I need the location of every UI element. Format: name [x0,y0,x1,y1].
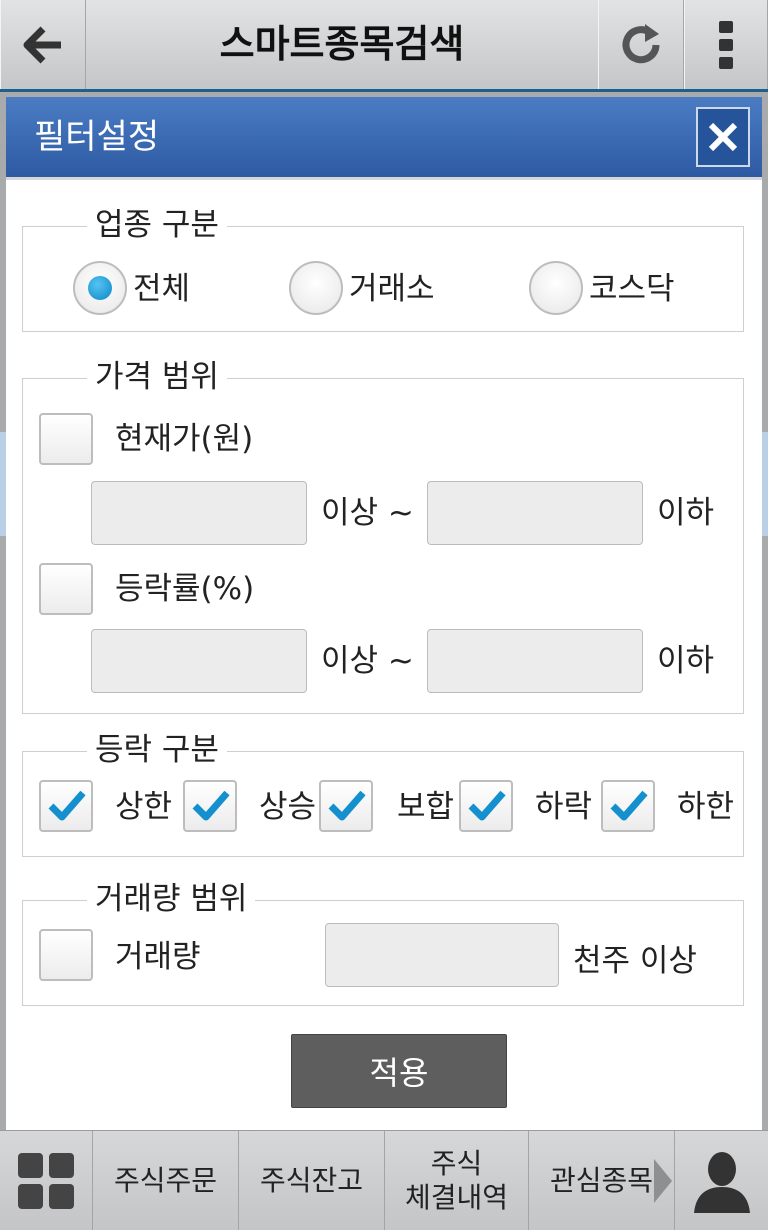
current-price-below-label: 이하 [657,495,715,531]
current-price-above-label: 이상 ~ [321,495,414,531]
dialog-header: 필터설정 [6,97,762,177]
change-type-legend: 등락 구분 [87,732,227,768]
more-menu-button[interactable] [684,0,768,89]
current-price-min-input[interactable] [91,481,307,545]
radio-all-label: 전체 [133,271,191,307]
nav-stock-balance-label: 주식잔고 [259,1164,364,1197]
price-range-group: 가격 범위 현재가(원) 이상 ~ 이하 등락률(%) 이상 ~ 이하 [22,359,744,714]
nav-stock-executions-line1: 주식 [430,1147,483,1180]
more-vertical-icon [719,20,733,69]
home-menu-button[interactable] [0,1131,92,1230]
lower-limit-checkbox[interactable] [601,780,655,832]
refresh-icon [622,23,660,63]
change-rate-label: 등락률(%) [115,571,255,607]
checkmark-icon [48,790,86,821]
fall-label: 하락 [535,789,593,825]
checkmark-icon [610,790,648,821]
rise-label: 상승 [259,789,317,825]
radio-kosdaq[interactable] [529,261,583,315]
apply-button[interactable]: 적용 [291,1034,507,1108]
nav-stock-executions[interactable]: 주식 체결내역 [384,1131,528,1230]
upper-limit-checkbox[interactable] [39,780,93,832]
nav-stock-balance[interactable]: 주식잔고 [238,1131,384,1230]
volume-checkbox[interactable] [39,929,93,981]
lower-limit-label: 하한 [677,789,735,825]
radio-exchange-label: 거래소 [349,271,435,307]
checkmark-icon [468,790,506,821]
nav-stock-order-label: 주식주문 [113,1164,218,1197]
volume-label: 거래량 [115,939,201,975]
app-bar: 스마트종목검색 [0,0,768,92]
change-rate-above-label: 이상 ~ [321,643,414,679]
radio-selected-dot [88,276,112,300]
volume-input[interactable] [325,923,559,987]
refresh-button[interactable] [598,0,684,89]
grid-icon [18,1153,74,1209]
volume-range-group: 거래량 범위 거래량 천주 이상 [22,881,744,1006]
flat-checkbox[interactable] [319,780,373,832]
user-icon [693,1152,750,1213]
price-range-legend: 가격 범위 [87,359,227,395]
radio-kosdaq-label: 코스닥 [589,271,675,307]
bottom-nav: 주식주문 주식잔고 주식 체결내역 관심종목 [0,1130,768,1230]
filter-dialog: 필터설정 업종 구분 전체 거래소 코스닥 가격 범위 현재가(원) 이상 ~ … [6,97,762,1134]
current-price-label: 현재가(원) [115,421,254,457]
rise-checkbox[interactable] [183,780,237,832]
fall-checkbox[interactable] [459,780,513,832]
current-price-max-input[interactable] [427,481,643,545]
nav-stock-executions-line2: 체결내역 [404,1181,509,1214]
upper-limit-label: 상한 [115,789,173,825]
change-rate-checkbox[interactable] [39,563,93,615]
change-rate-min-input[interactable] [91,629,307,693]
nav-stock-order[interactable]: 주식주문 [92,1131,238,1230]
arrow-left-icon [23,26,61,63]
radio-all[interactable] [73,261,127,315]
user-button[interactable] [674,1131,768,1230]
volume-unit-label: 천주 이상 [573,943,697,979]
checkmark-icon [192,790,230,821]
change-type-group: 등락 구분 상한 상승 보합 하락 하한 [22,732,744,857]
dialog-title: 필터설정 [34,117,160,157]
nav-watchlist[interactable]: 관심종목 [528,1131,674,1230]
close-button[interactable] [696,107,750,167]
sector-legend: 업종 구분 [87,207,227,243]
page-title: 스마트종목검색 [219,22,465,66]
radio-exchange[interactable] [289,261,343,315]
change-rate-max-input[interactable] [427,629,643,693]
checkmark-icon [328,790,366,821]
current-price-checkbox[interactable] [39,413,93,465]
sector-group: 업종 구분 전체 거래소 코스닥 [22,207,744,332]
back-button[interactable] [0,0,86,89]
close-icon [708,122,738,152]
change-rate-below-label: 이하 [657,643,715,679]
volume-range-legend: 거래량 범위 [87,881,256,917]
dialog-body: 업종 구분 전체 거래소 코스닥 가격 범위 현재가(원) 이상 ~ 이하 등락… [6,177,762,1134]
nav-watchlist-label: 관심종목 [549,1164,654,1197]
chevron-right-icon [654,1159,672,1203]
flat-label: 보합 [397,789,455,825]
